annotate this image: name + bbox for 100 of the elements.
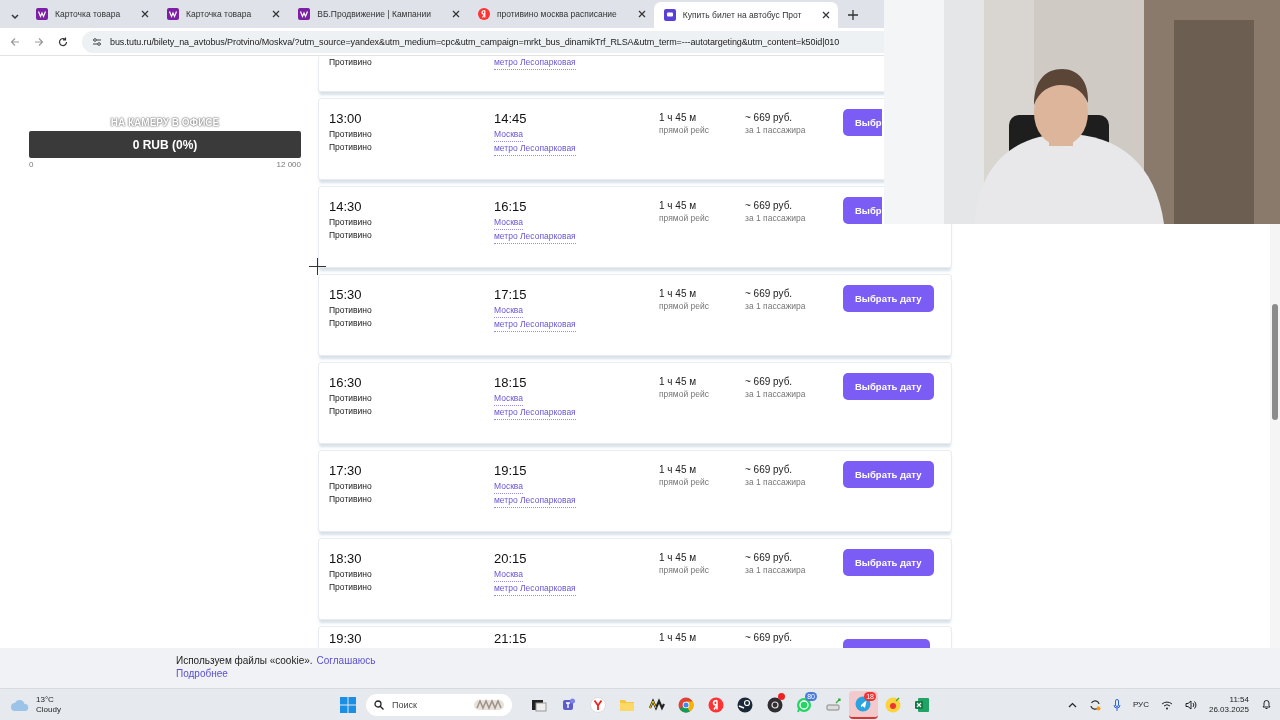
app-icon[interactable] bbox=[884, 696, 901, 713]
browser-tab[interactable]: ВБ.Продвижение | Кампании bbox=[288, 2, 468, 26]
arrival-city-link[interactable]: Москва bbox=[494, 216, 524, 230]
arrival-time: 16:15 bbox=[494, 199, 527, 215]
select-date-button[interactable]: Выбрать дату bbox=[843, 285, 934, 312]
y-browser-icon[interactable] bbox=[589, 696, 606, 713]
notification-bell-icon[interactable] bbox=[1261, 699, 1272, 710]
arrival-city-link[interactable]: Москва bbox=[494, 568, 524, 582]
close-icon[interactable] bbox=[822, 11, 831, 19]
progress-bar: 0 RUB (0%) bbox=[29, 131, 301, 158]
tab-favicon-icon bbox=[167, 8, 180, 20]
reload-icon[interactable] bbox=[58, 36, 68, 47]
departure-city: Противино bbox=[329, 568, 372, 581]
route-type: прямой рейс bbox=[659, 564, 709, 577]
squiggle-app-icon[interactable] bbox=[648, 696, 665, 713]
record-app-icon[interactable] bbox=[766, 696, 783, 713]
arrival-stop-link[interactable]: метро Лесопарковая bbox=[494, 56, 576, 70]
route-type: прямой рейс bbox=[659, 388, 709, 401]
clock-date: 26.03.2025 bbox=[1208, 704, 1249, 715]
temperature: 13°C bbox=[36, 694, 55, 705]
chevron-up-icon[interactable] bbox=[1067, 701, 1077, 708]
departure-stop: Противино bbox=[329, 405, 372, 418]
close-icon[interactable] bbox=[637, 10, 646, 18]
select-date-button[interactable]: Выбр bbox=[843, 109, 882, 136]
arrival-stop-link[interactable]: метро Лесопарковая bbox=[494, 142, 576, 156]
trip-price: ~ 669 руб. bbox=[745, 631, 793, 644]
volume-icon[interactable] bbox=[1184, 699, 1197, 710]
departure-stop: Противино bbox=[329, 581, 372, 594]
sync-icon[interactable] bbox=[1088, 698, 1101, 711]
browser-tab[interactable]: Карточка товара bbox=[157, 2, 289, 26]
departure-time: 14:30 bbox=[329, 199, 362, 215]
arrival-time: 21:15 bbox=[494, 631, 527, 647]
start-menu-icon[interactable] bbox=[340, 696, 356, 713]
tab-favicon-icon bbox=[298, 8, 311, 20]
trip-price: ~ 669 руб. bbox=[745, 463, 793, 476]
site-info-icon[interactable] bbox=[92, 36, 102, 47]
arrival-city-link[interactable]: Москва bbox=[494, 392, 524, 406]
select-date-button[interactable]: Выбрать дату bbox=[843, 373, 934, 400]
trip-duration: 1 ч 45 м bbox=[659, 287, 697, 300]
arrival-time: 18:15 bbox=[494, 375, 527, 391]
cloud-icon bbox=[10, 697, 30, 712]
details-link[interactable]: Подробнее bbox=[176, 667, 228, 680]
arrival-stop-link[interactable]: метро Лесопарковая bbox=[494, 230, 576, 244]
wifi-icon[interactable] bbox=[1160, 699, 1173, 710]
tab-favicon-icon bbox=[36, 8, 48, 20]
arrival-time: 17:15 bbox=[494, 287, 527, 303]
microphone-icon[interactable] bbox=[1112, 698, 1121, 711]
price-note: за 1 пассажира bbox=[745, 212, 806, 225]
trip-duration: 1 ч 45 м bbox=[659, 463, 697, 476]
departure-city: Противино bbox=[329, 304, 372, 317]
departure-city: Противино bbox=[329, 392, 372, 405]
select-date-button[interactable]: Выбр bbox=[843, 197, 882, 224]
price-note: за 1 пассажира bbox=[745, 300, 806, 313]
arrival-city-link[interactable]: Москва bbox=[494, 480, 524, 494]
departure-time: 13:00 bbox=[329, 111, 362, 127]
tab-favicon-icon bbox=[478, 8, 490, 20]
paper-plane-icon[interactable] bbox=[855, 695, 872, 712]
search-field[interactable]: Поиск bbox=[366, 693, 512, 716]
departure-stop: Противино bbox=[329, 317, 372, 330]
spreadsheet-icon[interactable] bbox=[914, 696, 931, 713]
tab-list-caret-icon[interactable] bbox=[10, 12, 20, 22]
accept-link[interactable]: Соглашаюсь bbox=[316, 654, 376, 667]
arrival-stop-link[interactable]: метро Лесопарковая bbox=[494, 582, 576, 596]
route-type: прямой рейс bbox=[659, 300, 709, 313]
close-icon[interactable] bbox=[272, 10, 281, 18]
price-note: за 1 пассажира bbox=[745, 564, 806, 577]
departure-stop: Противино bbox=[329, 56, 372, 69]
arrival-stop-link[interactable]: метро Лесопарковая bbox=[494, 494, 576, 508]
departure-city: Противино bbox=[329, 128, 372, 141]
scrollbar-thumb[interactable] bbox=[1272, 304, 1278, 420]
close-icon[interactable] bbox=[141, 10, 150, 18]
select-date-button[interactable]: Выбрать дату bbox=[843, 549, 934, 576]
arrival-time: 14:45 bbox=[494, 111, 527, 127]
ya-letter-icon[interactable] bbox=[707, 696, 724, 713]
new-tab-icon[interactable] bbox=[848, 10, 859, 20]
clock-time: 11:54 bbox=[1229, 694, 1249, 705]
departure-stop: Противино bbox=[329, 141, 372, 154]
departure-time: 18:30 bbox=[329, 551, 362, 567]
arrival-stop-link[interactable]: метро Лесопарковая bbox=[494, 406, 576, 420]
arrival-city-link[interactable]: Москва bbox=[494, 304, 524, 318]
route-type: прямой рейс bbox=[659, 212, 709, 225]
url-text: bus.tutu.ru/bilety_na_avtobus/Protvino/Moskva/?utm_source=yandex&utm_medium=cpc&utm_campaign=mrkt_bus_dinamikTrf_RLSA&utm_term=---autotargeting&utm_content=k50id|010 bbox=[110, 36, 840, 47]
trip-duration: 1 ч 45 м bbox=[659, 551, 697, 564]
chat-bubble-icon[interactable] bbox=[796, 696, 813, 713]
browser-tab[interactable]: противино москва расписание bbox=[468, 2, 654, 26]
arrival-stop-link[interactable]: метро Лесопарковая bbox=[494, 318, 576, 332]
browser-tab[interactable]: Купить билет на автобус Прот bbox=[653, 2, 839, 28]
browser-tab[interactable]: Карточка товара bbox=[26, 2, 158, 26]
close-icon[interactable] bbox=[452, 10, 460, 18]
people-app-icon[interactable] bbox=[560, 696, 577, 713]
search-icon bbox=[374, 699, 384, 710]
price-note: за 1 пассажира bbox=[745, 388, 806, 401]
departure-stop: Противино bbox=[329, 229, 372, 242]
browser-icon[interactable] bbox=[678, 696, 695, 713]
address-field[interactable]: bus.tutu.ru/bilety_na_avtobus/Protvino/Moskva/?utm_source=yandex&utm_medium=cpc&utm_campaign=mrkt_bus_dinamikTrf_RLSA&utm_term=---autotargeting&utm_content=k50id|010 bbox=[82, 30, 884, 53]
language-indicator[interactable]: РУС bbox=[1132, 700, 1149, 709]
trip-price: ~ 669 руб. bbox=[745, 287, 793, 300]
arrival-city-link[interactable]: Москва bbox=[494, 128, 524, 142]
trip-price: ~ 669 руб. bbox=[745, 551, 793, 564]
select-date-button[interactable]: Выбрать дату bbox=[843, 461, 934, 488]
